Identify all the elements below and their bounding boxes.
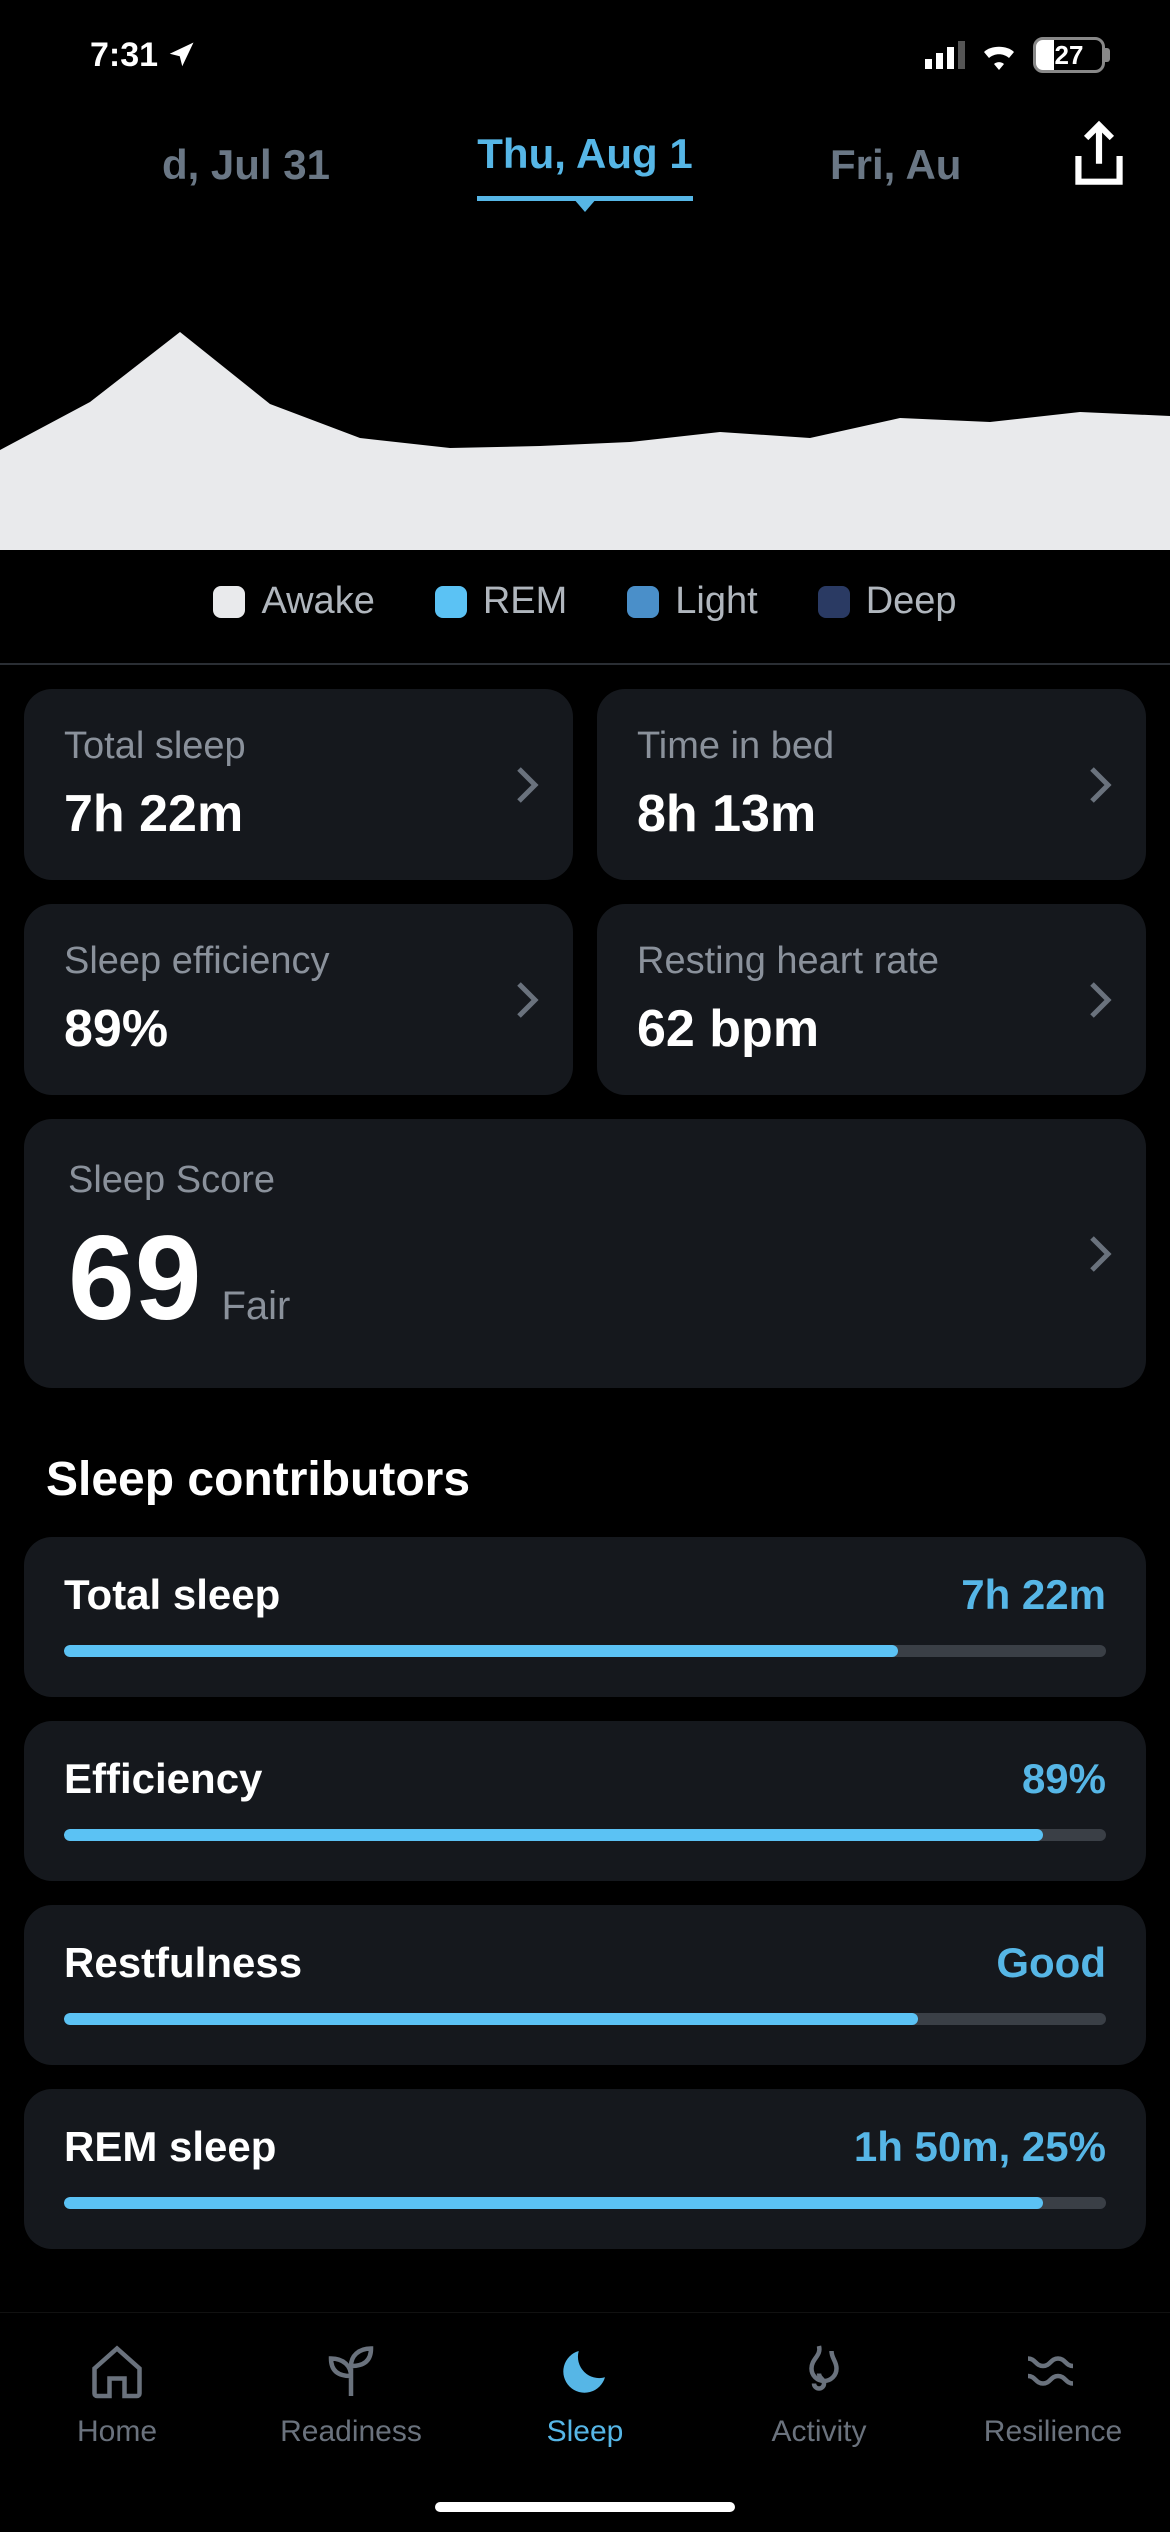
waves-icon	[1023, 2341, 1083, 2401]
chart-legend: Awake REM Light Deep	[0, 550, 1170, 663]
status-time: 7:31	[90, 36, 158, 75]
chevron-right-icon	[515, 765, 539, 805]
sprout-icon	[321, 2341, 381, 2401]
card-sleep-score[interactable]: Sleep Score 69 Fair	[24, 1119, 1146, 1388]
contributor-name: REM sleep	[64, 2123, 276, 2171]
tab-bar: Home Readiness Sleep Activity Resilience	[0, 2312, 1170, 2532]
moon-icon	[555, 2341, 615, 2401]
card-time-in-bed[interactable]: Time in bed 8h 13m	[597, 689, 1146, 880]
card-label: Total sleep	[64, 725, 533, 768]
tab-resilience[interactable]: Resilience	[936, 2341, 1170, 2449]
card-value: 89%	[64, 999, 533, 1059]
tab-sleep[interactable]: Sleep	[468, 2341, 702, 2449]
chevron-right-icon	[1088, 980, 1112, 1020]
card-label: Resting heart rate	[637, 940, 1106, 983]
sleep-stages-chart[interactable]	[0, 250, 1170, 550]
contributor-item[interactable]: Total sleep 7h 22m	[24, 1537, 1146, 1697]
status-bar: 7:31 27	[0, 0, 1170, 110]
contributor-bar	[64, 1829, 1106, 1841]
contributor-item[interactable]: Efficiency 89%	[24, 1721, 1146, 1881]
home-indicator[interactable]	[435, 2502, 735, 2512]
legend-light: Light	[627, 580, 757, 623]
contributor-value: 89%	[1022, 1755, 1106, 1803]
tab-readiness[interactable]: Readiness	[234, 2341, 468, 2449]
card-total-sleep[interactable]: Total sleep 7h 22m	[24, 689, 573, 880]
contributor-item[interactable]: REM sleep 1h 50m, 25%	[24, 2089, 1146, 2249]
card-sleep-efficiency[interactable]: Sleep efficiency 89%	[24, 904, 573, 1095]
contributor-value: Good	[996, 1939, 1106, 1987]
chevron-right-icon	[515, 980, 539, 1020]
tab-activity[interactable]: Activity	[702, 2341, 936, 2449]
cellular-icon	[925, 41, 965, 69]
flame-icon	[789, 2341, 849, 2401]
contributor-name: Total sleep	[64, 1571, 280, 1619]
contributor-bar	[64, 1645, 1106, 1657]
card-label: Sleep efficiency	[64, 940, 533, 983]
card-value: 62 bpm	[637, 999, 1106, 1059]
tab-home[interactable]: Home	[0, 2341, 234, 2449]
contributor-name: Efficiency	[64, 1755, 262, 1803]
contributor-name: Restfulness	[64, 1939, 302, 1987]
chevron-right-icon	[1088, 1234, 1112, 1274]
date-next[interactable]: Fri, Au	[830, 141, 1030, 189]
wifi-icon	[979, 40, 1019, 70]
legend-awake: Awake	[213, 580, 374, 623]
card-value: 7h 22m	[64, 784, 533, 844]
share-icon	[1068, 120, 1130, 192]
date-current[interactable]: Thu, Aug 1	[477, 130, 692, 201]
contributor-value: 1h 50m, 25%	[854, 2123, 1106, 2171]
chevron-right-icon	[1088, 765, 1112, 805]
location-icon	[166, 40, 196, 70]
contributor-bar	[64, 2013, 1106, 2025]
card-value: 8h 13m	[637, 784, 1106, 844]
date-selector: d, Jul 31 Thu, Aug 1 Fri, Au	[0, 110, 1170, 220]
date-prev[interactable]: d, Jul 31	[0, 141, 330, 189]
battery-indicator: 27	[1033, 37, 1105, 73]
legend-rem: REM	[435, 580, 567, 623]
contributors-title: Sleep contributors	[0, 1412, 1170, 1527]
contributor-value: 7h 22m	[961, 1571, 1106, 1619]
sleep-score-rating: Fair	[221, 1284, 290, 1329]
metrics-grid: Total sleep 7h 22m Time in bed 8h 13m Sl…	[0, 665, 1170, 1412]
card-resting-heart-rate[interactable]: Resting heart rate 62 bpm	[597, 904, 1146, 1095]
contributor-bar	[64, 2197, 1106, 2209]
contributor-item[interactable]: Restfulness Good	[24, 1905, 1146, 2065]
home-icon	[87, 2341, 147, 2401]
legend-deep: Deep	[818, 580, 957, 623]
sleep-score-value: 69	[68, 1218, 201, 1338]
card-label: Time in bed	[637, 725, 1106, 768]
card-label: Sleep Score	[68, 1159, 1102, 1202]
contributors-list: Total sleep 7h 22m Efficiency 89% Restfulnes…	[0, 1527, 1170, 2249]
share-button[interactable]	[1068, 120, 1130, 197]
